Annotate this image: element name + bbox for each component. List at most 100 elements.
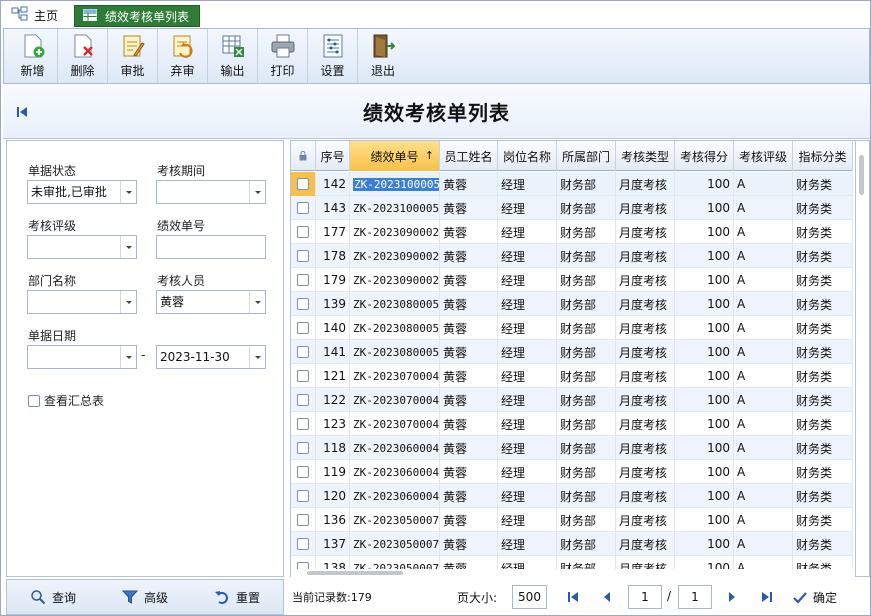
table-row[interactable]: 119 ZK-2023060004 黄蓉 经理 财务部 月度考核 100 A 财务类 (291, 460, 853, 484)
row-select-cell[interactable] (291, 508, 316, 532)
chevron-down-icon[interactable] (249, 346, 265, 368)
tab-home[interactable]: 主页 (11, 6, 58, 24)
summary-checkbox[interactable] (28, 395, 40, 407)
chevron-down-icon[interactable] (249, 291, 265, 313)
lock-column-header[interactable] (291, 141, 316, 171)
column-header[interactable]: 考核得分 (675, 141, 734, 171)
date-from-picker[interactable] (27, 345, 137, 369)
table-row[interactable]: 143 ZK-2023100005 黄蓉 经理 财务部 月度考核 100 A 财务类 (291, 196, 853, 220)
tab-performance-list[interactable]: 绩效考核单列表 (74, 5, 200, 27)
row-checkbox[interactable] (297, 490, 309, 502)
table-row[interactable]: 142 ZK-2023100005 黄蓉 经理 财务部 月度考核 100 A 财务类 (291, 172, 853, 196)
cell-text: ZK-2023090002 (353, 249, 440, 263)
advanced-button[interactable]: 高级 (121, 589, 168, 606)
filter-icon (121, 590, 138, 604)
column-header-sorted[interactable]: 绩效单号 ↑ (350, 141, 440, 171)
chevron-down-icon[interactable] (249, 181, 265, 203)
row-select-cell[interactable] (291, 532, 316, 556)
print-button[interactable]: 打印 (258, 29, 308, 83)
column-header[interactable]: 考核类型 (616, 141, 675, 171)
scrollbar-thumb[interactable] (307, 571, 403, 575)
status-select[interactable]: 未审批,已审批 (27, 180, 137, 204)
column-header[interactable]: 所属部门 (557, 141, 616, 171)
last-page-icon[interactable] (761, 591, 773, 603)
row-select-cell[interactable] (291, 220, 316, 244)
rating-select[interactable] (27, 235, 137, 259)
person-select[interactable]: 黄蓉 (156, 290, 266, 314)
current-page-input[interactable]: 1 (628, 585, 662, 609)
row-checkbox[interactable] (297, 346, 309, 358)
column-header[interactable]: 岗位名称 (498, 141, 557, 171)
row-checkbox[interactable] (297, 178, 309, 190)
column-header[interactable]: 序号 (316, 141, 350, 171)
row-checkbox[interactable] (297, 250, 309, 262)
table-row[interactable]: 179 ZK-2023090002 黄蓉 经理 财务部 月度考核 100 A 财务类 (291, 268, 853, 292)
row-select-cell[interactable] (291, 436, 316, 460)
row-checkbox[interactable] (297, 394, 309, 406)
column-header[interactable]: 员工姓名 (440, 141, 498, 171)
table-row[interactable]: 122 ZK-2023070004 黄蓉 经理 财务部 月度考核 100 A 财务类 (291, 388, 853, 412)
row-select-cell[interactable] (291, 364, 316, 388)
table-row[interactable]: 141 ZK-2023080005 黄蓉 经理 财务部 月度考核 100 A 财务类 (291, 340, 853, 364)
table-row[interactable]: 137 ZK-2023050007 黄蓉 经理 财务部 月度考核 100 A 财务类 (291, 532, 853, 556)
row-select-cell[interactable] (291, 196, 316, 220)
row-select-cell[interactable] (291, 292, 316, 316)
vertical-scrollbar[interactable] (856, 140, 870, 577)
chevron-down-icon[interactable] (120, 181, 136, 203)
confirm-button[interactable]: 确定 (793, 589, 837, 606)
scrollbar-thumb[interactable] (859, 155, 864, 195)
row-select-cell[interactable] (291, 460, 316, 484)
column-header[interactable]: 考核评级 (734, 141, 793, 171)
table-row[interactable]: 139 ZK-2023080005 黄蓉 经理 财务部 月度考核 100 A 财务类 (291, 292, 853, 316)
column-header[interactable]: 指标分类 (793, 141, 853, 171)
approve-button[interactable]: 审批 (108, 29, 158, 83)
first-page-icon[interactable] (567, 591, 579, 603)
export-button[interactable]: 输出 (208, 29, 258, 83)
dept-select[interactable] (27, 290, 137, 314)
row-select-cell[interactable] (291, 268, 316, 292)
query-button[interactable]: 查询 (30, 589, 76, 606)
page-size-input[interactable]: 500 (512, 585, 547, 609)
period-select[interactable] (156, 180, 266, 204)
chevron-down-icon[interactable] (120, 346, 136, 368)
reset-button[interactable]: 重置 (214, 589, 260, 606)
row-checkbox[interactable] (297, 538, 309, 550)
table-row[interactable]: 123 ZK-2023070004 黄蓉 经理 财务部 月度考核 100 A 财务类 (291, 412, 853, 436)
row-select-cell[interactable] (291, 172, 316, 196)
table-row[interactable]: 178 ZK-2023090002 黄蓉 经理 财务部 月度考核 100 A 财务类 (291, 244, 853, 268)
new-button[interactable]: 新增 (8, 29, 58, 83)
delete-button[interactable]: 删除 (58, 29, 108, 83)
prev-page-icon[interactable] (601, 591, 613, 603)
row-checkbox[interactable] (297, 226, 309, 238)
row-checkbox[interactable] (297, 514, 309, 526)
date-to-picker[interactable]: 2023-11-30 (156, 345, 266, 369)
chevron-down-icon[interactable] (120, 236, 136, 258)
row-select-cell[interactable] (291, 412, 316, 436)
row-checkbox[interactable] (297, 202, 309, 214)
row-checkbox[interactable] (297, 370, 309, 382)
exit-button[interactable]: 退出 (358, 29, 408, 83)
chevron-down-icon[interactable] (120, 291, 136, 313)
row-select-cell[interactable] (291, 244, 316, 268)
table-row[interactable]: 177 ZK-2023090002 黄蓉 经理 财务部 月度考核 100 A 财务类 (291, 220, 853, 244)
row-checkbox[interactable] (297, 442, 309, 454)
row-select-cell[interactable] (291, 484, 316, 508)
row-checkbox[interactable] (297, 466, 309, 478)
table-row[interactable]: 121 ZK-2023070004 黄蓉 经理 财务部 月度考核 100 A 财务类 (291, 364, 853, 388)
horizontal-scrollbar[interactable] (291, 569, 855, 577)
table-row[interactable]: 136 ZK-2023050007 黄蓉 经理 财务部 月度考核 100 A 财务类 (291, 508, 853, 532)
row-checkbox[interactable] (297, 322, 309, 334)
row-select-cell[interactable] (291, 316, 316, 340)
settings-button[interactable]: 设置 (308, 29, 358, 83)
next-page-icon[interactable] (726, 591, 738, 603)
unapprove-button[interactable]: 弃审 (158, 29, 208, 83)
row-select-cell[interactable] (291, 388, 316, 412)
table-row[interactable]: 120 ZK-2023060004 黄蓉 经理 财务部 月度考核 100 A 财务类 (291, 484, 853, 508)
row-checkbox[interactable] (297, 274, 309, 286)
docno-input[interactable] (156, 235, 266, 259)
table-row[interactable]: 140 ZK-2023080005 黄蓉 经理 财务部 月度考核 100 A 财务类 (291, 316, 853, 340)
row-checkbox[interactable] (297, 298, 309, 310)
table-row[interactable]: 118 ZK-2023060004 黄蓉 经理 财务部 月度考核 100 A 财务类 (291, 436, 853, 460)
row-checkbox[interactable] (297, 418, 309, 430)
row-select-cell[interactable] (291, 340, 316, 364)
